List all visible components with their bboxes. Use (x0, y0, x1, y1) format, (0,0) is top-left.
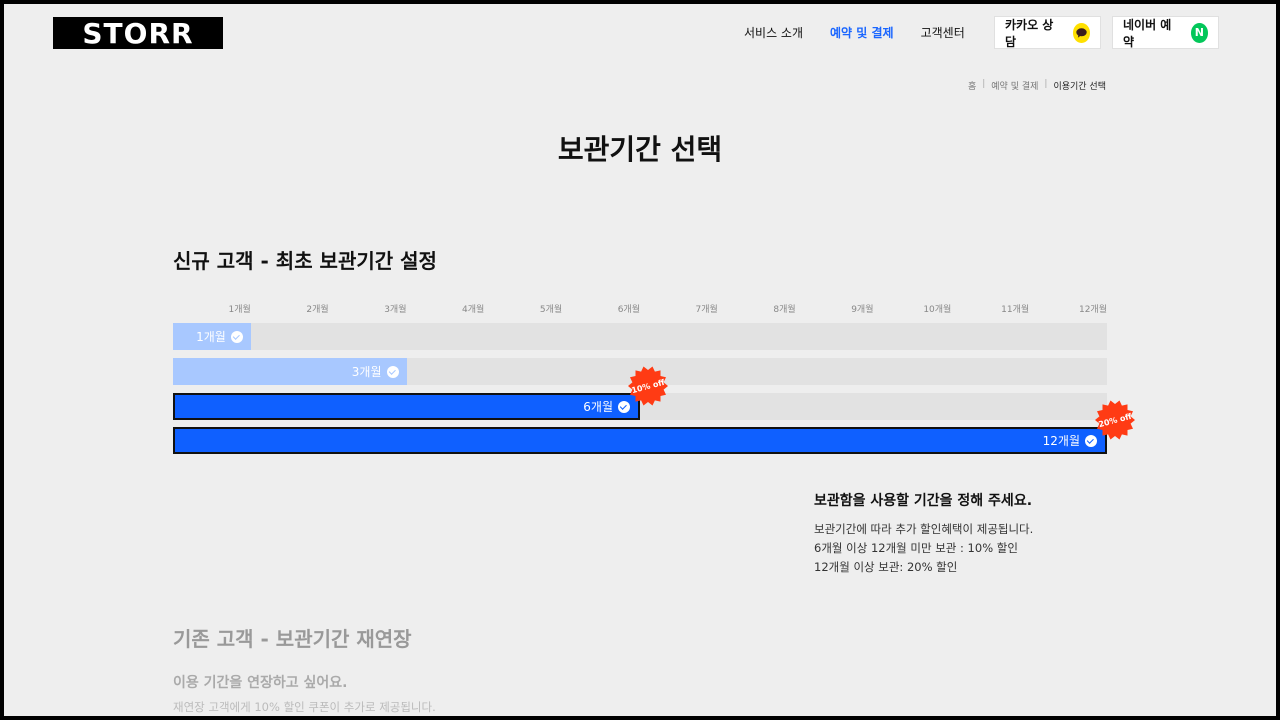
naver-n-icon: N (1190, 22, 1208, 43)
period-track: 1개월 (173, 323, 1107, 350)
month-tick-label: 5개월 (539, 305, 563, 315)
storr-logo[interactable]: STORR (53, 17, 223, 50)
month-tick-label: 11개월 (1001, 305, 1030, 315)
page-title: 보관기간 선택 (557, 133, 723, 166)
period-option-1m[interactable]: 1개월 (173, 323, 251, 350)
page-frame: STORR 서비스 소개 예약 및 결제 고객센터 카카오 상담 네이버 예약 … (4, 4, 1276, 716)
period-option-label: 1개월 (196, 330, 226, 344)
period-track: 6개월 10% off (173, 366, 1107, 420)
month-tick-label: 3개월 (384, 305, 407, 315)
breadcrumb-separator: | (1044, 79, 1048, 89)
breadcrumb: 홈 | 예약 및 결제 | 이용기간 선택 (968, 79, 1106, 92)
month-tick-label: 1개월 (228, 305, 251, 315)
kakao-chat-icon (1072, 22, 1090, 43)
naver-reservation-label: 네이버 예약 (1123, 17, 1172, 49)
period-option-label: 6개월 (583, 400, 613, 414)
period-option-6m[interactable]: 6개월 (173, 393, 640, 420)
nav-service-intro[interactable]: 서비스 소개 (744, 24, 803, 41)
main-nav: 서비스 소개 예약 및 결제 고객센터 (744, 24, 992, 41)
info-line: 보관기간에 따라 추가 할인혜택이 제공됩니다. (814, 522, 1034, 536)
existing-customer-subtitle: 이용 기간을 연장하고 싶어요. (173, 675, 348, 691)
discount-badge: 10% off (627, 365, 669, 407)
nav-customer-center[interactable]: 고객센터 (921, 24, 965, 41)
month-tick-label: 4개월 (462, 305, 485, 315)
check-circle-icon (230, 330, 243, 343)
breadcrumb-current: 이용기간 선택 (1053, 82, 1106, 92)
month-tick-label: 8개월 (773, 305, 796, 315)
kakao-consult-button[interactable]: 카카오 상담 (994, 16, 1101, 49)
month-tick-label: 10개월 (923, 305, 952, 315)
breadcrumb-separator: | (982, 79, 986, 89)
month-tick-label: 2개월 (306, 305, 329, 315)
existing-customer-title: 기존 고객 - 보관기간 재연장 (173, 627, 412, 651)
period-option-3m[interactable]: 3개월 (173, 358, 407, 385)
period-track: 12개월 20% off (173, 400, 1135, 454)
discount-badge: 20% off (1094, 399, 1136, 441)
period-option-label: 3개월 (351, 365, 382, 379)
discount-info: 보관함을 사용할 기간을 정해 주세요. 보관기간에 따라 추가 할인혜택이 제… (814, 490, 1033, 577)
period-option-12m[interactable]: 12개월 (173, 427, 1107, 454)
breadcrumb-home[interactable]: 홈 (968, 79, 976, 92)
month-tick-label: 12개월 (1078, 305, 1107, 315)
month-tick-label: 6개월 (617, 305, 640, 315)
month-tick-label: 9개월 (851, 305, 874, 315)
info-line: 12개월 이상 보관: 20% 할인 (814, 560, 958, 574)
existing-customer-desc: 재연장 고객에게 10% 할인 쿠폰이 추가로 제공됩니다. (173, 700, 436, 714)
month-axis: 1개월 2개월 3개월 4개월 5개월 6개월 7개월 8개월 9개월 10개월 11개월 12개월 (173, 302, 1107, 316)
info-title: 보관함을 사용할 기간을 정해 주세요. (814, 493, 1033, 509)
month-tick-label: 7개월 (695, 305, 718, 315)
nav-reservation-payment[interactable]: 예약 및 결제 (830, 24, 894, 41)
new-customer-title: 신규 고객 - 최초 보관기간 설정 (173, 249, 437, 273)
info-line: 6개월 이상 12개월 미만 보관 : 10% 할인 (814, 541, 1018, 555)
check-circle-icon (386, 365, 399, 378)
breadcrumb-reservation[interactable]: 예약 및 결제 (991, 79, 1038, 92)
naver-reservation-button[interactable]: 네이버 예약 N (1112, 16, 1219, 49)
period-option-label: 12개월 (1042, 434, 1080, 448)
kakao-consult-label: 카카오 상담 (1005, 17, 1054, 49)
